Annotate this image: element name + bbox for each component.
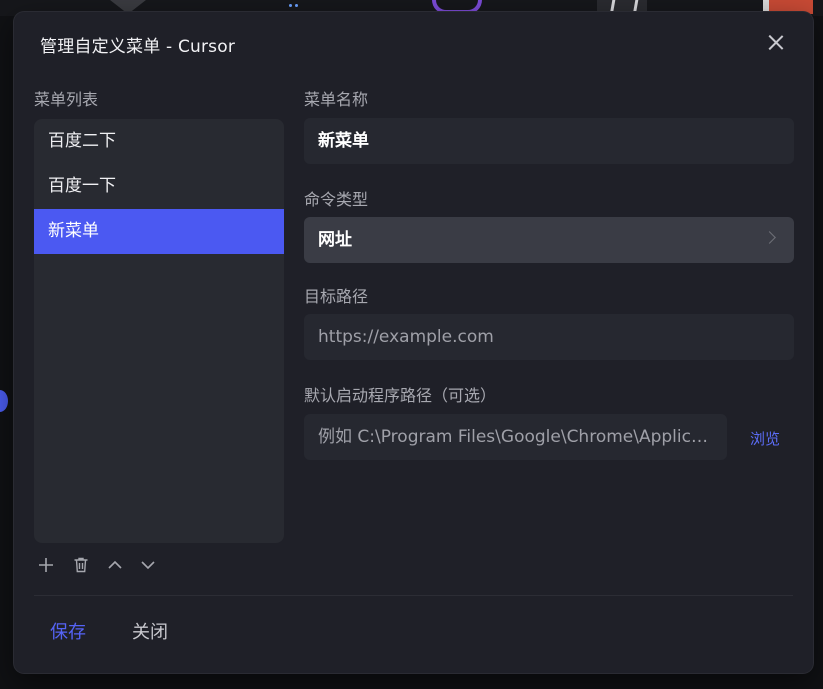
menu-list-label: 菜单列表: [34, 90, 99, 109]
close-button[interactable]: 关闭: [132, 618, 168, 644]
browse-button[interactable]: 浏览: [750, 428, 780, 449]
command-type-value: 网址: [318, 230, 352, 250]
command-type-label: 命令类型: [304, 190, 369, 209]
target-path-input[interactable]: https://example.com: [304, 314, 794, 360]
desktop-dot: [0, 390, 8, 412]
command-type-select[interactable]: 网址: [304, 217, 794, 263]
chevron-up-icon[interactable]: [105, 555, 125, 575]
chevron-down-icon[interactable]: [138, 555, 158, 575]
target-path-label: 目标路径: [304, 287, 369, 306]
close-icon[interactable]: [766, 32, 786, 52]
list-item-selected[interactable]: 新菜单: [34, 209, 284, 254]
trash-icon[interactable]: [71, 555, 91, 575]
save-button[interactable]: 保存: [50, 618, 86, 644]
footer-divider: [34, 595, 793, 596]
menu-list: 百度二下 百度一下 新菜单: [34, 119, 284, 543]
list-item[interactable]: 百度二下: [34, 119, 284, 164]
chevron-right-icon: [763, 231, 776, 244]
menu-name-input[interactable]: 新菜单: [304, 118, 794, 164]
launcher-path-input[interactable]: 例如 C:\Program Files\Google\Chrome\Applic…: [304, 414, 727, 460]
list-item[interactable]: 百度一下: [34, 164, 284, 209]
plus-icon[interactable]: [36, 555, 56, 575]
launcher-path-label: 默认启动程序路径（可选）: [304, 386, 497, 405]
menu-name-label: 菜单名称: [304, 90, 369, 109]
manage-menu-dialog: 管理自定义菜单 - Cursor 菜单列表 百度二下 百度一下 新菜单 菜单名称…: [14, 12, 813, 673]
dialog-title: 管理自定义菜单 - Cursor: [40, 37, 236, 57]
